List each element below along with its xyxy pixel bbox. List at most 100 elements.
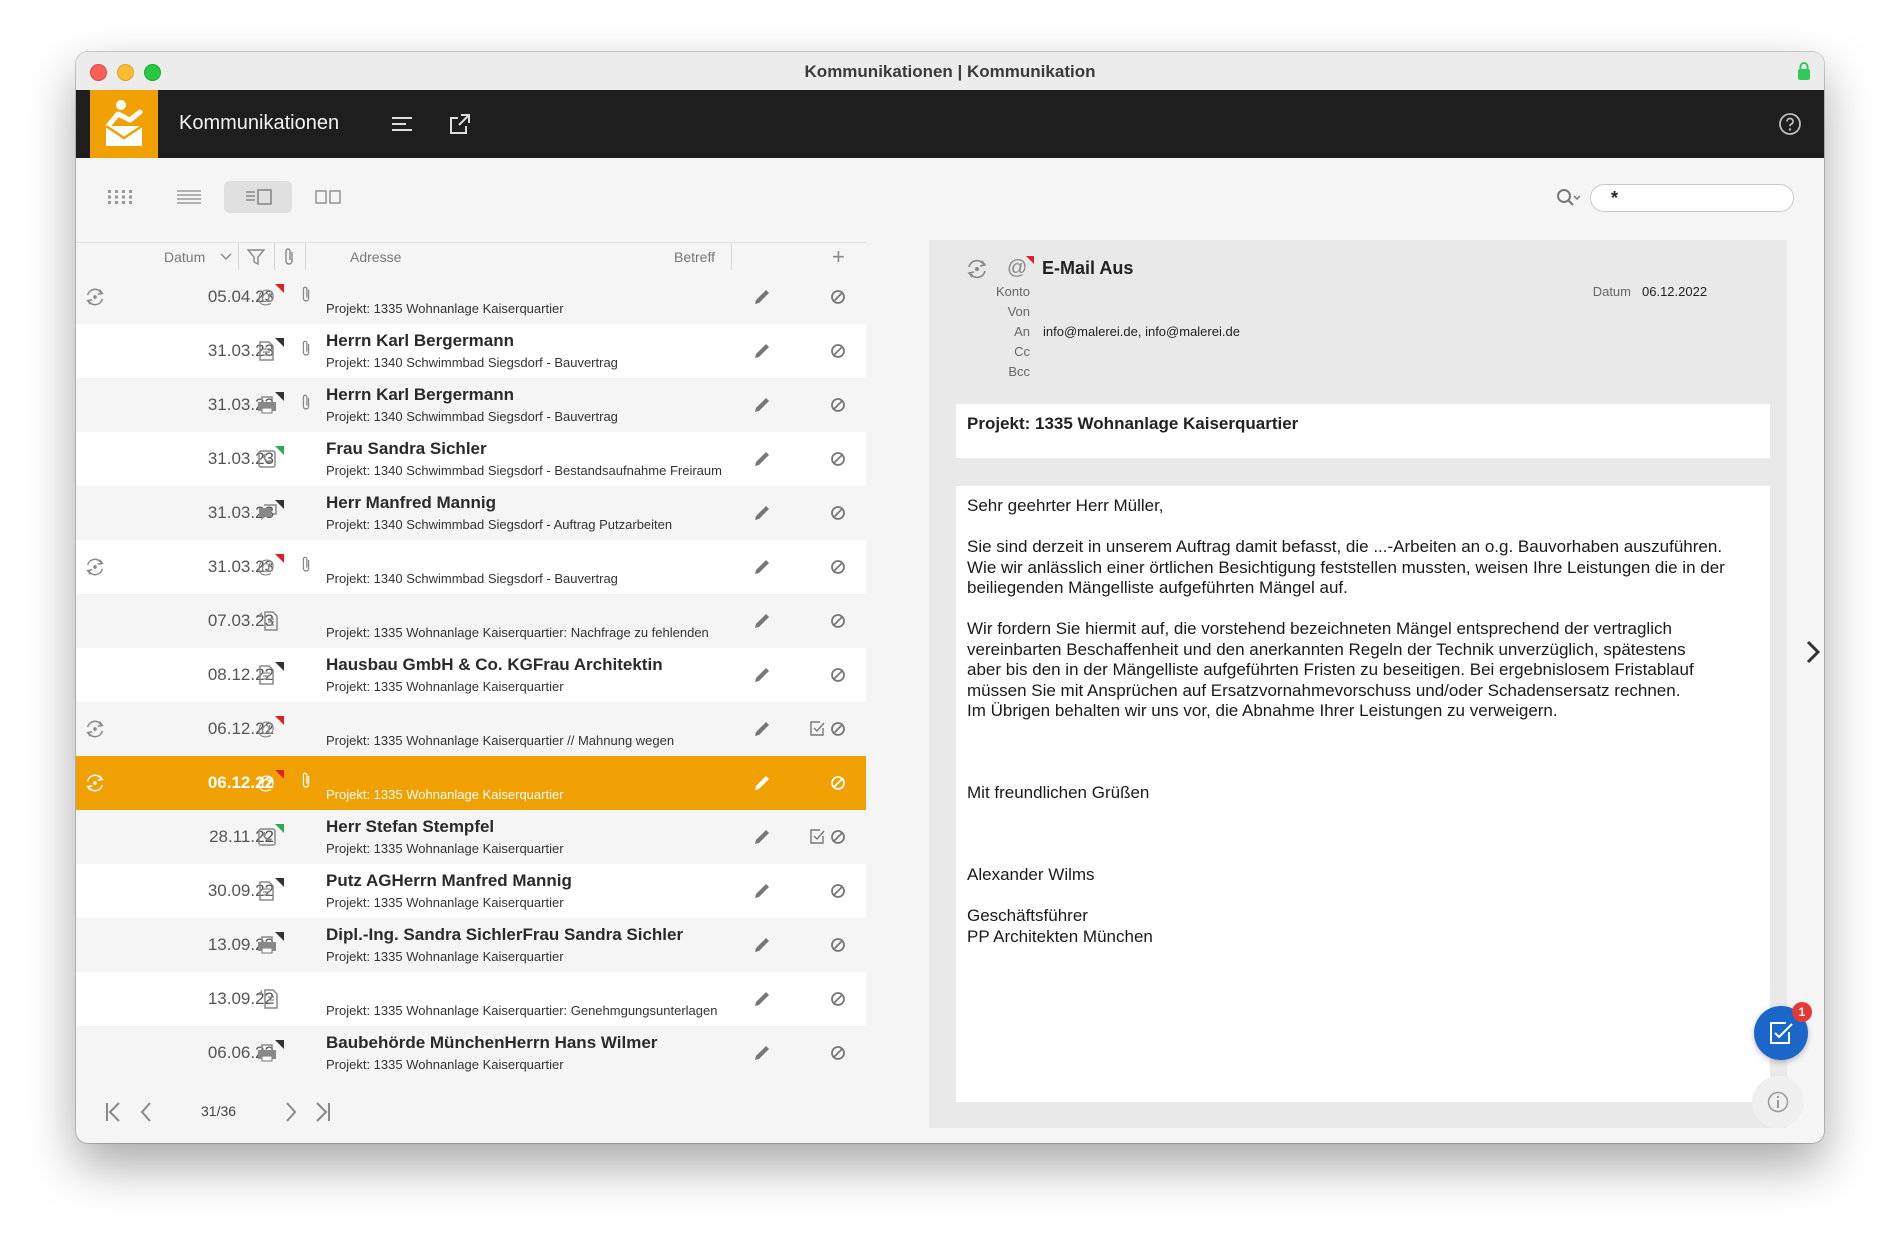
body-line: Alexander Wilms bbox=[967, 865, 1095, 884]
column-datum[interactable]: Datum bbox=[164, 249, 205, 265]
table-row[interactable]: 31.03.23 Frau Sandra Sichler Projekt: 1340… bbox=[76, 432, 866, 486]
search-icon[interactable] bbox=[1556, 188, 1580, 208]
subject-field[interactable]: Projekt: 1335 Wohnanlage Kaiserquartier bbox=[956, 404, 1770, 458]
incoming-letter-icon bbox=[257, 611, 278, 631]
table-row[interactable]: 31.03.23 Herr Manfred Mannig Projekt: 1340… bbox=[76, 486, 866, 540]
paperclip-icon bbox=[302, 340, 310, 356]
edit-pencil-icon[interactable] bbox=[752, 1043, 772, 1063]
status-flag-icon bbox=[275, 770, 284, 779]
search-input[interactable]: * bbox=[1590, 184, 1794, 212]
column-adresse[interactable]: Adresse bbox=[350, 249, 401, 265]
table-row[interactable]: 08.12.22 Hausbau GmbH & Co. KGFrau Archit… bbox=[76, 648, 866, 702]
row-subject: Projekt: 1335 Wohnanlage Kaiserquartier:… bbox=[326, 625, 709, 640]
status-flag-icon bbox=[275, 878, 284, 887]
table-row[interactable]: 31.03.23 @ Projekt: 1340 Schwimmbad Siegsd… bbox=[76, 540, 866, 594]
block-icon[interactable] bbox=[830, 559, 846, 575]
task-icon[interactable] bbox=[809, 828, 826, 845]
task-icon[interactable] bbox=[809, 720, 826, 737]
previous-page-icon[interactable] bbox=[140, 1101, 152, 1123]
edit-pencil-icon[interactable] bbox=[752, 611, 772, 631]
status-flag-icon bbox=[275, 338, 284, 347]
status-flag-icon bbox=[275, 446, 284, 455]
paperclip-icon bbox=[302, 772, 310, 788]
detail-title: E-Mail Aus bbox=[1042, 258, 1134, 278]
edit-pencil-icon[interactable] bbox=[752, 665, 772, 685]
edit-pencil-icon[interactable] bbox=[752, 719, 772, 739]
edit-pencil-icon[interactable] bbox=[752, 935, 772, 955]
table-row[interactable]: 13.09.22 Projekt: 1335 Wohnanlage Kaiserq… bbox=[76, 972, 866, 1026]
body-line: Wie wir anlässlich einer örtlichen Besic… bbox=[967, 557, 1725, 577]
chevron-down-icon[interactable] bbox=[220, 253, 232, 261]
block-icon[interactable] bbox=[830, 829, 846, 845]
table-row[interactable]: 28.11.22 Herr Stefan Stempfel Projekt: 133… bbox=[76, 810, 866, 864]
page-counter: 31/36 bbox=[201, 1103, 237, 1119]
svg-text:@: @ bbox=[257, 719, 275, 739]
grid-view-button[interactable] bbox=[86, 181, 154, 213]
subject-text: Projekt: 1335 Wohnanlage Kaiserquartier bbox=[967, 414, 1299, 433]
add-button[interactable]: + bbox=[832, 244, 845, 270]
edit-pencil-icon[interactable] bbox=[752, 395, 772, 415]
block-icon[interactable] bbox=[830, 937, 846, 953]
body-line: beiliegenden Mängelliste aufgeführten Mä… bbox=[967, 578, 1348, 597]
sync-icon bbox=[967, 259, 987, 279]
block-icon[interactable] bbox=[830, 505, 846, 521]
block-icon[interactable] bbox=[830, 775, 846, 791]
split-view-button[interactable] bbox=[224, 181, 292, 213]
table-row[interactable]: 31.03.23 Herrn Karl Bergermann Projekt: 13… bbox=[76, 378, 866, 432]
table-row[interactable]: 06.12.22 @ Projekt: 1335 Wohnanlage Kaiser… bbox=[76, 702, 866, 756]
last-page-icon[interactable] bbox=[315, 1101, 331, 1123]
block-icon[interactable] bbox=[830, 397, 846, 413]
edit-pencil-icon[interactable] bbox=[752, 503, 772, 523]
message-body[interactable]: Sehr geehrter Herr Müller, Sie sind derze… bbox=[956, 486, 1770, 1102]
edit-pencil-icon[interactable] bbox=[752, 827, 772, 847]
block-icon[interactable] bbox=[830, 289, 846, 305]
table-row[interactable]: 05.04.23 @ Projekt: 1335 Wohnanlage Kaiser… bbox=[76, 270, 866, 324]
svg-text:@: @ bbox=[257, 287, 275, 307]
first-page-icon[interactable] bbox=[105, 1101, 121, 1123]
row-address: Herr Stefan Stempfel bbox=[326, 817, 495, 836]
block-icon[interactable] bbox=[830, 1045, 846, 1061]
app-window: Kommunikationen | Kommunikation Kommunik… bbox=[76, 52, 1824, 1143]
help-icon[interactable] bbox=[1778, 112, 1802, 136]
edit-pencil-icon[interactable] bbox=[752, 773, 772, 793]
info-button[interactable] bbox=[1752, 1076, 1804, 1128]
svg-text:@: @ bbox=[257, 773, 275, 793]
block-icon[interactable] bbox=[830, 343, 846, 359]
chevron-right-icon[interactable] bbox=[1805, 639, 1821, 665]
block-icon[interactable] bbox=[830, 883, 846, 899]
open-external-icon[interactable] bbox=[448, 112, 472, 136]
recipient-an[interactable]: info@malerei.de, info@malerei.de bbox=[1043, 324, 1240, 339]
sync-icon bbox=[86, 774, 104, 792]
menu-icon[interactable] bbox=[390, 112, 414, 136]
column-betreff[interactable]: Betreff bbox=[674, 249, 715, 265]
edit-pencil-icon[interactable] bbox=[752, 989, 772, 1009]
table-row[interactable]: 13.09.22 Dipl.-Ing. Sandra SichlerFrau Sa… bbox=[76, 918, 866, 972]
table-row[interactable]: 06.06.22 Baubehörde MünchenHerrn Hans Wil… bbox=[76, 1026, 866, 1080]
edit-pencil-icon[interactable] bbox=[752, 449, 772, 469]
block-icon[interactable] bbox=[830, 613, 846, 629]
table-row[interactable]: 31.03.23 Herrn Karl Bergermann Projekt: 13… bbox=[76, 324, 866, 378]
table-row[interactable]: 07.03.23 Projekt: 1335 Wohnanlage Kaiserq… bbox=[76, 594, 866, 648]
edit-pencil-icon[interactable] bbox=[752, 341, 772, 361]
block-icon[interactable] bbox=[830, 721, 846, 737]
body-line: Wir fordern Sie hiermit auf, die vorsteh… bbox=[967, 619, 1672, 638]
block-icon[interactable] bbox=[830, 991, 846, 1007]
row-address: Hausbau GmbH & Co. KGFrau Architektin bbox=[326, 655, 663, 674]
edit-pencil-icon[interactable] bbox=[752, 881, 772, 901]
next-page-icon[interactable] bbox=[285, 1101, 297, 1123]
edit-pencil-icon[interactable] bbox=[752, 287, 772, 307]
block-icon[interactable] bbox=[830, 667, 846, 683]
two-column-view-button[interactable] bbox=[293, 181, 361, 213]
block-icon[interactable] bbox=[830, 451, 846, 467]
row-subject: Projekt: 1335 Wohnanlage Kaiserquartier bbox=[326, 787, 564, 802]
edit-pencil-icon[interactable] bbox=[752, 557, 772, 577]
table-row[interactable]: 06.12.22 @ Projekt: 1335 Wohnanlage Kaiser… bbox=[76, 756, 866, 810]
row-subject: Projekt: 1340 Schwimmbad Siegsdorf - Bau… bbox=[326, 409, 618, 424]
row-address: Frau Sandra Sichler bbox=[326, 439, 487, 458]
table-row[interactable]: 30.09.22 Putz AGHerrn Manfred Mannig Proje… bbox=[76, 864, 866, 918]
filter-icon[interactable] bbox=[247, 248, 265, 266]
sync-icon bbox=[86, 720, 104, 738]
list-view-button[interactable] bbox=[155, 181, 223, 213]
row-address: Baubehörde MünchenHerrn Hans Wilmer bbox=[326, 1033, 658, 1052]
status-flag-icon bbox=[275, 662, 284, 671]
